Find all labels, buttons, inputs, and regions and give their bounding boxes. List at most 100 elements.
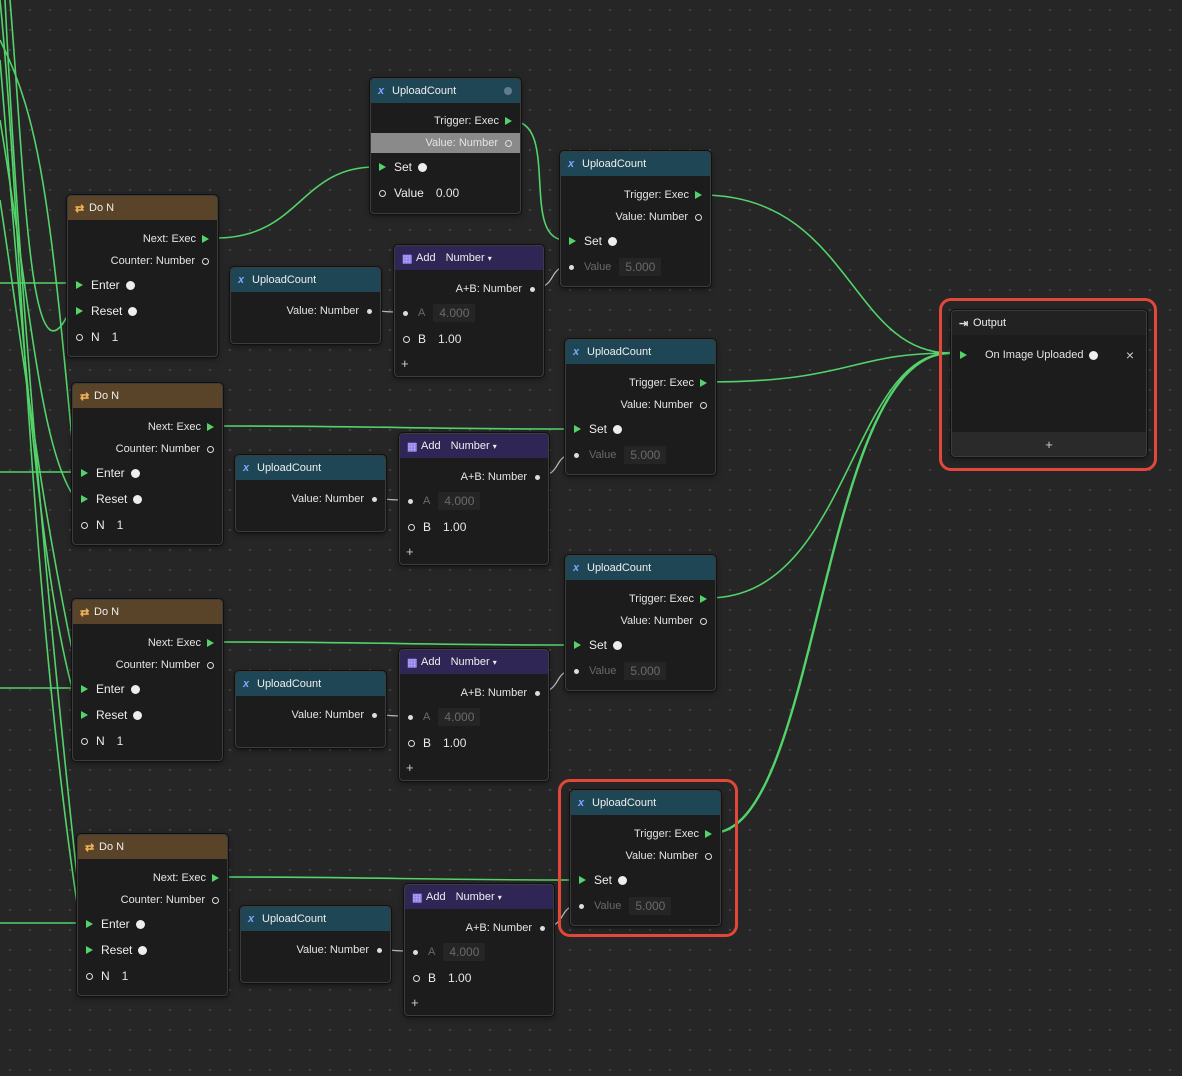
a-input[interactable]: A 4.000: [400, 491, 548, 511]
n-input[interactable]: N1: [73, 731, 222, 751]
n-input[interactable]: N1: [68, 327, 217, 347]
value-pin-icon[interactable]: [81, 737, 88, 745]
value-pin-icon[interactable]: [212, 896, 219, 904]
pin-icon[interactable]: [130, 684, 140, 694]
value-pin-icon[interactable]: [505, 139, 512, 147]
value-pin-icon[interactable]: [413, 974, 420, 982]
add-number-node[interactable]: ▦ Add Number ▾ A+B: Number A 4.000 B 1.00 +: [399, 433, 549, 565]
node-header[interactable]: x UploadCount: [236, 456, 385, 480]
sum-output[interactable]: A+B: Number: [405, 918, 553, 938]
value-pin-icon[interactable]: [413, 949, 418, 955]
value-output[interactable]: Value: Number: [566, 395, 715, 415]
node-header[interactable]: x UploadCount: [566, 556, 715, 580]
value-pin-icon[interactable]: [367, 308, 372, 314]
exec-pin-icon[interactable]: [207, 423, 214, 431]
do-n-node[interactable]: ⇄ Do N Next: Exec Counter: Number Enter R…: [72, 383, 223, 545]
add-number-node[interactable]: ▦ Add Number ▾ A+B: Number A 4.000 B 1.00 +: [404, 884, 554, 1016]
add-number-node[interactable]: ▦ Add Number ▾ A+B: Number A 4.000 B 1.00 +: [394, 245, 544, 377]
set-input[interactable]: Set: [561, 231, 710, 251]
node-header[interactable]: ⇄ Do N: [68, 196, 217, 220]
upload-count-set-node[interactable]: x UploadCount Trigger: Exec Value: Number…: [565, 555, 716, 691]
value-pin-icon[interactable]: [86, 972, 93, 980]
value-pin-icon[interactable]: [81, 521, 88, 529]
value-pin-icon[interactable]: [202, 257, 209, 265]
counter-output[interactable]: Counter: Number: [68, 251, 217, 271]
exec-pin-icon[interactable]: [81, 495, 88, 503]
sum-output[interactable]: A+B: Number: [395, 279, 543, 299]
value-pin-icon[interactable]: [535, 474, 540, 480]
value-pin-icon[interactable]: [372, 712, 377, 718]
value-pin-icon[interactable]: [700, 401, 707, 409]
exec-pin-icon[interactable]: [574, 641, 581, 649]
pin-icon[interactable]: [128, 306, 138, 316]
node-header[interactable]: ▦ Add Number ▾: [395, 246, 543, 270]
next-output[interactable]: Next: Exec: [68, 229, 217, 249]
node-header[interactable]: ▦ Add Number ▾: [400, 434, 548, 458]
add-number-node[interactable]: ▦ Add Number ▾ A+B: Number A 4.000 B 1.00 +: [399, 649, 549, 781]
value-output[interactable]: Value: Number: [241, 940, 390, 960]
value-pin-icon[interactable]: [574, 668, 579, 674]
exec-pin-icon[interactable]: [76, 281, 83, 289]
value-input[interactable]: Value 0.00: [371, 183, 520, 203]
value-pin-icon[interactable]: [76, 333, 83, 341]
b-input[interactable]: B 1.00: [405, 968, 553, 988]
pin-icon[interactable]: [125, 280, 135, 290]
value-output[interactable]: Value: Number: [236, 705, 385, 725]
value-output[interactable]: Value: Number: [371, 133, 520, 153]
type-dropdown[interactable]: Number ▾: [451, 440, 497, 452]
enter-input[interactable]: Enter: [73, 463, 222, 483]
value-pin-icon[interactable]: [700, 617, 707, 625]
value-input[interactable]: Value 5.000: [566, 445, 715, 465]
node-header[interactable]: ▦ Add Number ▾: [400, 650, 548, 674]
value-pin-icon[interactable]: [372, 496, 377, 502]
value-pin-icon[interactable]: [377, 947, 382, 953]
enter-input[interactable]: Enter: [73, 679, 222, 699]
exec-pin-icon[interactable]: [700, 595, 707, 603]
trigger-output[interactable]: Trigger: Exec: [566, 589, 715, 609]
exec-pin-icon[interactable]: [574, 425, 581, 433]
a-input[interactable]: A 4.000: [395, 303, 543, 323]
set-pin-icon[interactable]: [418, 162, 428, 172]
node-header[interactable]: x UploadCount: [561, 152, 710, 176]
exec-pin-icon[interactable]: [569, 237, 576, 245]
value-pin-icon[interactable]: [569, 264, 574, 270]
do-n-node[interactable]: ⇄ Do N Next: Exec Counter: Number Enter R…: [77, 834, 228, 996]
next-output[interactable]: Next: Exec: [78, 868, 227, 888]
trigger-output[interactable]: Trigger: Exec: [566, 373, 715, 393]
reset-input[interactable]: Reset: [73, 705, 222, 725]
value-pin-icon[interactable]: [207, 445, 214, 453]
value-pin-icon[interactable]: [535, 690, 540, 696]
counter-output[interactable]: Counter: Number: [73, 655, 222, 675]
value-pin-icon[interactable]: [408, 714, 413, 720]
n-input[interactable]: N1: [78, 966, 227, 986]
set-pin-icon[interactable]: [613, 640, 623, 650]
node-header[interactable]: ⇄ Do N: [73, 600, 222, 624]
value-pin-icon[interactable]: [695, 213, 702, 221]
node-header[interactable]: ▦ Add Number ▾: [405, 885, 553, 909]
upload-count-get-node[interactable]: x UploadCount Value: Number: [230, 267, 381, 344]
exec-pin-icon[interactable]: [202, 235, 209, 243]
enter-input[interactable]: Enter: [68, 275, 217, 295]
pin-icon[interactable]: [133, 710, 143, 720]
upload-count-get-node[interactable]: x UploadCount Value: Number: [235, 671, 386, 748]
trigger-output[interactable]: Trigger: Exec: [561, 185, 710, 205]
value-output[interactable]: Value: Number: [231, 301, 380, 321]
next-output[interactable]: Next: Exec: [73, 633, 222, 653]
set-pin-icon[interactable]: [608, 236, 618, 246]
node-header[interactable]: x UploadCount: [566, 340, 715, 364]
value-output[interactable]: Value: Number: [236, 489, 385, 509]
value-output[interactable]: Value: Number: [561, 207, 710, 227]
pin-icon[interactable]: [135, 919, 145, 929]
exec-pin-icon[interactable]: [207, 639, 214, 647]
add-input-button[interactable]: +: [406, 760, 414, 775]
reset-input[interactable]: Reset: [78, 940, 227, 960]
a-input[interactable]: A 4.000: [405, 942, 553, 962]
value-pin-icon[interactable]: [403, 335, 410, 343]
b-input[interactable]: B 1.00: [400, 517, 548, 537]
add-input-button[interactable]: +: [406, 544, 414, 559]
do-n-node[interactable]: ⇄ Do N Next: Exec Counter: Number Enter R…: [67, 195, 218, 357]
add-input-button[interactable]: +: [401, 356, 409, 371]
b-input[interactable]: B 1.00: [395, 329, 543, 349]
set-input[interactable]: Set: [566, 635, 715, 655]
exec-pin-icon[interactable]: [212, 874, 219, 882]
